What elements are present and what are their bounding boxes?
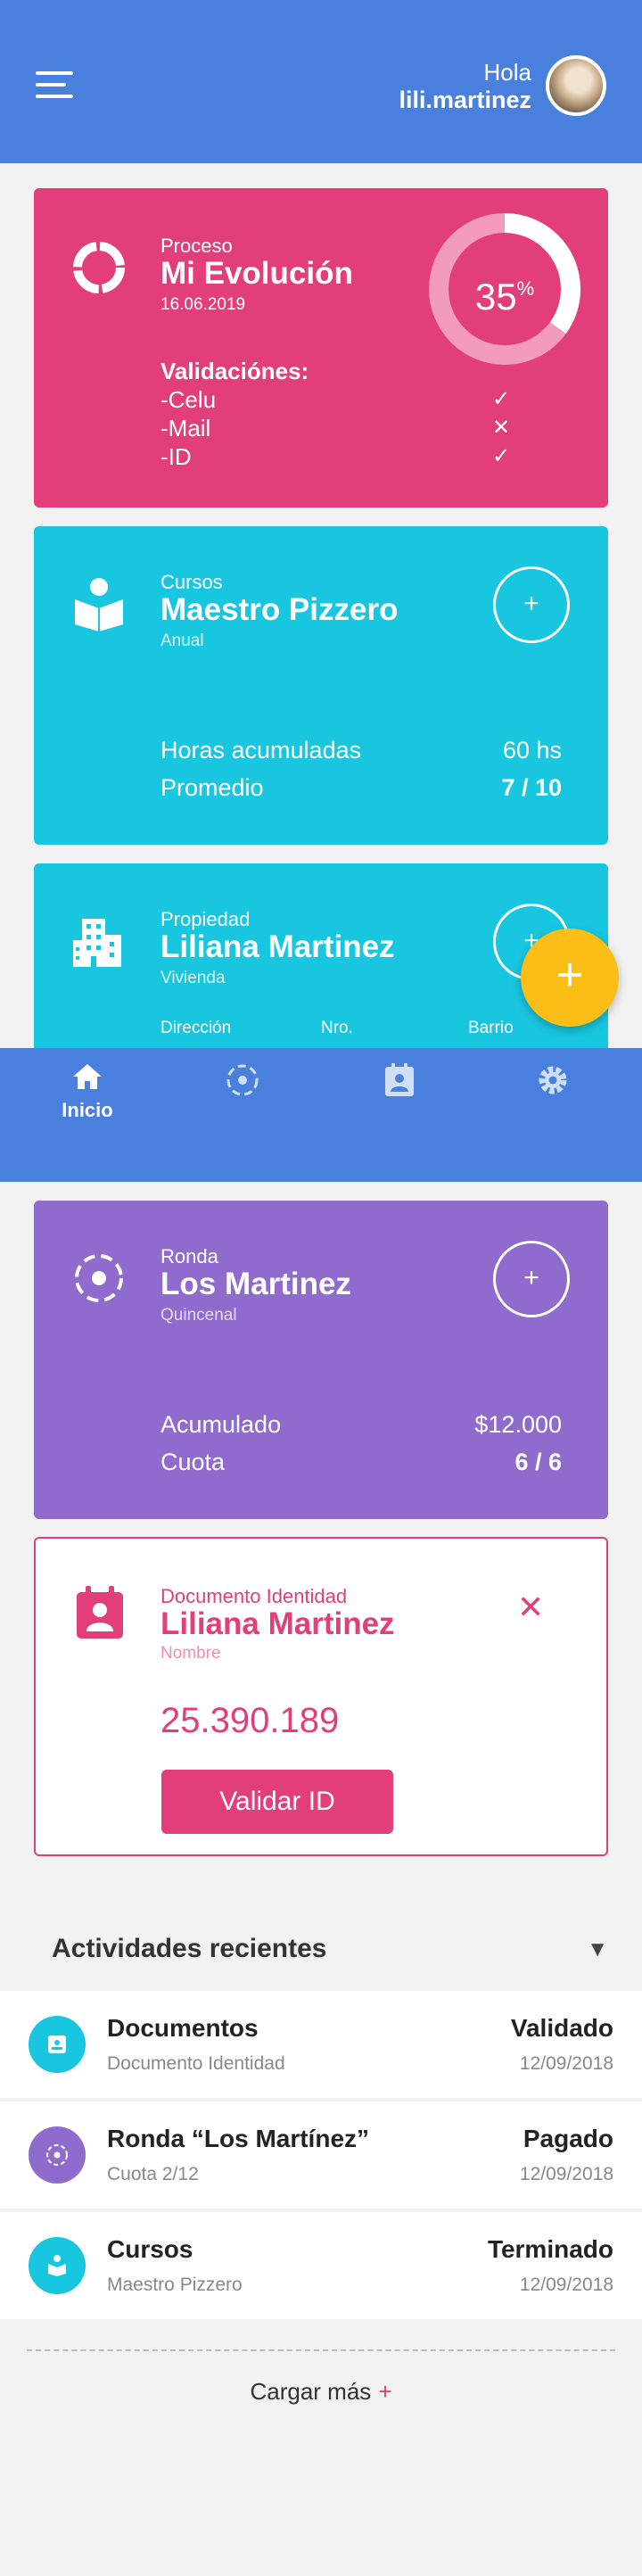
field-label: Barrio — [468, 1019, 514, 1037]
stat-row: Horas acumuladas 60 hs — [160, 737, 562, 764]
stat-label: Promedio — [160, 774, 264, 801]
book-reader-icon — [29, 2237, 86, 2294]
stat-value: 6 / 6 — [514, 1449, 562, 1475]
progress-ring-icon — [73, 242, 125, 293]
ronda-card[interactable]: Ronda Los Martinez Quincenal + Acumulado… — [34, 1201, 608, 1519]
add-fab-button[interactable]: + — [521, 929, 619, 1027]
bottom-nav: Inicio — [0, 1048, 642, 1182]
app-screen: Hola lili.martinez Proceso Mi Evolución … — [0, 0, 642, 2576]
stat-row: Promedio 7 / 10 — [160, 774, 562, 802]
load-more-label: Cargar más — [250, 2378, 372, 2405]
recent-activity-header[interactable]: Actividades recientes ▼ — [0, 1898, 642, 1989]
card-category: Propiedad — [160, 908, 251, 930]
load-more-button[interactable]: Cargar más + — [0, 2378, 642, 2406]
activity-desc: Maestro Pizzero — [107, 2275, 243, 2295]
activity-desc: Documento Identidad — [107, 2053, 285, 2074]
card-category: Documento Identidad — [160, 1585, 348, 1607]
menu-icon[interactable] — [36, 70, 73, 100]
document-card[interactable]: Documento Identidad Liliana Martinez Nom… — [34, 1537, 608, 1856]
activity-date: 12/09/2018 — [519, 2164, 613, 2184]
tab-label: Inicio — [62, 1099, 113, 1121]
greeting: Hola lili.martinez — [399, 59, 531, 114]
tab-documentos[interactable] — [355, 1062, 444, 1102]
card-title: Liliana Martinez — [160, 929, 395, 964]
document-number: 25.390.189 — [160, 1701, 340, 1740]
field-label: Dirección — [160, 1019, 232, 1037]
stat-value: 7 / 10 — [501, 774, 562, 801]
card-subtitle: Nombre — [160, 1644, 221, 1663]
greeting-text: Hola — [483, 59, 531, 86]
activity-status: Terminado — [487, 2235, 613, 2263]
stat-row: Cuota 6 / 6 — [160, 1449, 562, 1476]
validate-id-button[interactable]: Validar ID — [161, 1770, 393, 1834]
divider — [27, 2349, 615, 2351]
card-subtitle: Quincenal — [160, 1306, 237, 1325]
activity-date: 12/09/2018 — [519, 2275, 613, 2295]
tab-ronda[interactable] — [198, 1062, 287, 1102]
cross-icon: ✕ — [492, 416, 511, 440]
avatar[interactable] — [546, 55, 606, 116]
field-label: Nro. — [321, 1019, 353, 1037]
tab-inicio[interactable]: Inicio — [43, 1062, 132, 1122]
id-card-icon — [385, 1063, 414, 1096]
process-card[interactable]: Proceso Mi Evolución 16.06.2019 35% Vali… — [34, 188, 608, 508]
plus-icon: + — [378, 2378, 392, 2405]
validation-item: -Celu — [160, 386, 217, 413]
check-icon: ✓ — [492, 387, 511, 411]
courses-card[interactable]: Cursos Maestro Pizzero Anual + Horas acu… — [34, 526, 608, 845]
activity-desc: Cuota 2/12 — [107, 2164, 199, 2184]
activity-name: Ronda “Los Martínez” — [107, 2125, 370, 2152]
section-title: Actividades recientes — [52, 1934, 327, 1963]
stat-label: Cuota — [160, 1449, 226, 1475]
check-icon: ✓ — [492, 444, 511, 468]
activity-name: Documentos — [107, 2014, 259, 2042]
stat-label: Horas acumuladas — [160, 737, 362, 764]
card-date: 16.06.2019 — [160, 295, 246, 314]
card-title: Mi Evolución — [160, 256, 353, 291]
activity-item[interactable]: Documentos Documento Identidad Validado … — [0, 1991, 642, 2098]
stat-value: $12.000 — [474, 1411, 562, 1438]
stat-row: Acumulado $12.000 — [160, 1411, 562, 1439]
username: lili.martinez — [399, 87, 531, 113]
ronda-icon — [75, 1254, 123, 1302]
top-bar: Hola lili.martinez — [0, 0, 642, 163]
home-icon — [73, 1064, 102, 1089]
chevron-down-icon[interactable]: ▼ — [587, 1937, 608, 1962]
card-title: Los Martinez — [160, 1267, 351, 1301]
activity-status: Pagado — [523, 2125, 613, 2152]
progress-value: 35% — [474, 276, 535, 318]
building-icon — [73, 919, 121, 967]
card-category: Ronda — [160, 1245, 218, 1267]
card-category: Cursos — [160, 571, 223, 593]
ronda-icon — [29, 2126, 86, 2184]
property-card[interactable]: Propiedad Liliana Martinez Vivienda + Di… — [34, 863, 608, 1051]
activity-date: 12/09/2018 — [519, 2053, 613, 2074]
validation-item: -Mail — [160, 415, 211, 442]
card-subtitle: Vivienda — [160, 969, 226, 987]
id-card-icon — [77, 1586, 123, 1639]
document-icon — [29, 2016, 86, 2073]
activity-name: Cursos — [107, 2235, 193, 2263]
validations-label: Validaciónes: — [160, 358, 309, 384]
tab-settings[interactable] — [508, 1062, 597, 1102]
gear-icon — [539, 1066, 567, 1094]
card-title: Maestro Pizzero — [160, 592, 399, 627]
add-ronda-button[interactable]: + — [493, 1241, 570, 1317]
add-course-button[interactable]: + — [493, 566, 570, 643]
stat-value: 60 hs — [502, 737, 562, 764]
validation-item: -ID — [160, 443, 192, 470]
card-subtitle: Anual — [160, 632, 204, 650]
ronda-icon — [226, 1064, 259, 1096]
card-category: Proceso — [160, 235, 233, 257]
card-title: Liliana Martinez — [160, 1606, 395, 1641]
close-icon[interactable]: ✕ — [517, 1589, 544, 1626]
activity-item[interactable]: Cursos Maestro Pizzero Terminado 12/09/2… — [0, 2212, 642, 2319]
book-reader-icon — [75, 578, 123, 632]
activity-status: Validado — [510, 2014, 613, 2042]
stat-label: Acumulado — [160, 1411, 282, 1438]
activity-item[interactable]: Ronda “Los Martínez” Cuota 2/12 Pagado 1… — [0, 2101, 642, 2209]
